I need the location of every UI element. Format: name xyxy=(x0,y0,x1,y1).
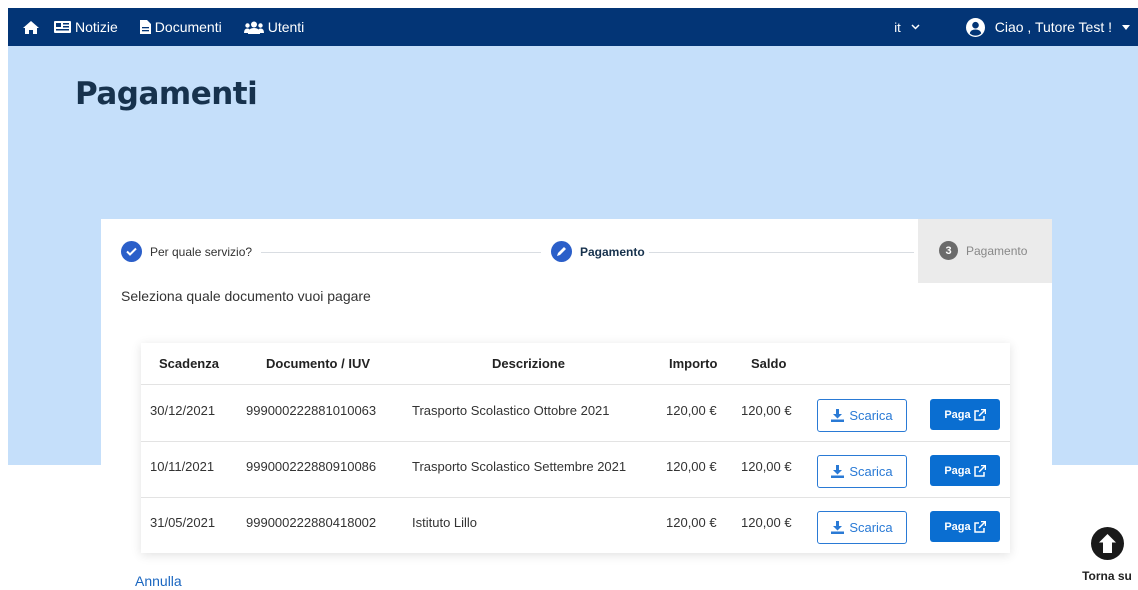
arrow-up-circle-icon xyxy=(1090,527,1124,560)
cancel-link[interactable]: Annulla xyxy=(135,573,182,589)
user-avatar-icon xyxy=(965,17,985,37)
step-3: 3 Pagamento xyxy=(939,241,1027,260)
cell-descrizione: Trasporto Scolastico Ottobre 2021 xyxy=(412,403,610,418)
table-row: 31/05/2021 999000222880418002 Istituto L… xyxy=(141,497,1010,553)
language-selector[interactable]: it xyxy=(894,20,920,35)
nav-right: it Ciao , Tutore Test ! xyxy=(894,8,1138,46)
step-1: Per quale servizio? xyxy=(121,241,252,262)
pay-label: Paga xyxy=(944,464,971,477)
pay-label: Paga xyxy=(944,520,971,533)
cell-importo: 120,00 € xyxy=(666,459,717,474)
back-to-top-button[interactable]: Torna su xyxy=(1078,527,1136,583)
cell-documento: 999000222880418002 xyxy=(246,515,377,530)
payments-table: Scadenza Documento / IUV Descrizione Imp… xyxy=(141,343,1010,553)
step-connector xyxy=(649,252,914,253)
pay-button[interactable]: Paga xyxy=(930,399,1000,430)
nav-item-notizie[interactable]: Notizie xyxy=(54,19,118,35)
nav-item-label: Documenti xyxy=(154,19,222,35)
download-button[interactable]: Scarica xyxy=(817,511,907,544)
cell-scadenza: 31/05/2021 xyxy=(150,515,216,530)
cell-importo: 120,00 € xyxy=(666,403,717,418)
newspaper-icon xyxy=(54,21,71,33)
download-label: Scarica xyxy=(849,520,893,535)
external-link-icon xyxy=(973,408,986,421)
page-title: Pagamenti xyxy=(75,76,258,112)
step-connector xyxy=(261,252,541,253)
users-icon xyxy=(243,21,264,34)
user-menu[interactable]: Ciao , Tutore Test ! xyxy=(965,17,1130,37)
payment-card: Per quale servizio? Pagamento 3 Pagament… xyxy=(101,219,1052,590)
nav-item-utenti[interactable]: Utenti xyxy=(243,19,305,35)
cell-documento: 999000222881010063 xyxy=(246,403,377,418)
pencil-icon xyxy=(551,241,572,262)
language-label: it xyxy=(894,19,901,35)
download-label: Scarica xyxy=(849,464,893,479)
nav-item-label: Utenti xyxy=(267,19,305,35)
cell-saldo: 120,00 € xyxy=(741,403,792,418)
top-navbar: Notizie Documenti Utenti it Ciao , Tutor… xyxy=(8,8,1138,46)
download-icon xyxy=(831,465,845,478)
external-link-icon xyxy=(973,520,986,533)
download-button[interactable]: Scarica xyxy=(817,399,907,432)
nav-item-label: Notizie xyxy=(75,19,118,35)
cell-descrizione: Trasporto Scolastico Settembre 2021 xyxy=(412,459,627,474)
pay-label: Paga xyxy=(944,408,971,421)
pay-button[interactable]: Paga xyxy=(930,511,1000,542)
table-row: 30/12/2021 999000222881010063 Trasporto … xyxy=(141,385,1010,441)
column-header: Descrizione xyxy=(492,356,565,371)
download-label: Scarica xyxy=(849,408,893,423)
download-button[interactable]: Scarica xyxy=(817,455,907,488)
column-header: Saldo xyxy=(751,356,787,371)
cell-descrizione: Istituto Lillo xyxy=(412,515,478,530)
step-2: Pagamento xyxy=(551,241,645,262)
stepper: Per quale servizio? Pagamento 3 Pagament… xyxy=(101,219,1052,283)
document-icon xyxy=(139,20,151,34)
column-header: Documento / IUV xyxy=(266,356,371,371)
step-number: 3 xyxy=(939,241,958,260)
table-row: 10/11/2021 999000222880910086 Trasporto … xyxy=(141,441,1010,497)
back-to-top-label: Torna su xyxy=(1082,569,1132,583)
cell-scadenza: 30/12/2021 xyxy=(150,403,216,418)
cell-documento: 999000222880910086 xyxy=(246,459,377,474)
caret-down-icon xyxy=(1122,24,1130,30)
external-link-icon xyxy=(973,464,986,477)
nav-left: Notizie Documenti Utenti xyxy=(8,8,326,46)
cell-saldo: 120,00 € xyxy=(741,515,792,530)
home-icon xyxy=(23,20,39,34)
step-label: Per quale servizio? xyxy=(150,244,253,259)
check-icon xyxy=(121,241,142,262)
download-icon xyxy=(831,409,845,422)
pay-button[interactable]: Paga xyxy=(930,455,1000,486)
download-icon xyxy=(831,521,845,534)
user-greeting: Ciao , Tutore Test ! xyxy=(994,19,1112,35)
step-label: Pagamento xyxy=(966,243,1028,258)
column-header: Importo xyxy=(669,356,718,371)
instruction-text: Seleziona quale documento vuoi pagare xyxy=(121,288,371,304)
cell-saldo: 120,00 € xyxy=(741,459,792,474)
nav-item-documenti[interactable]: Documenti xyxy=(139,19,222,35)
table-header: Scadenza Documento / IUV Descrizione Imp… xyxy=(141,343,1010,385)
chevron-down-icon xyxy=(911,24,920,30)
home-link[interactable] xyxy=(8,8,54,46)
column-header: Scadenza xyxy=(159,356,219,371)
cell-scadenza: 10/11/2021 xyxy=(150,459,215,474)
cell-importo: 120,00 € xyxy=(666,515,717,530)
step-label: Pagamento xyxy=(580,244,645,259)
